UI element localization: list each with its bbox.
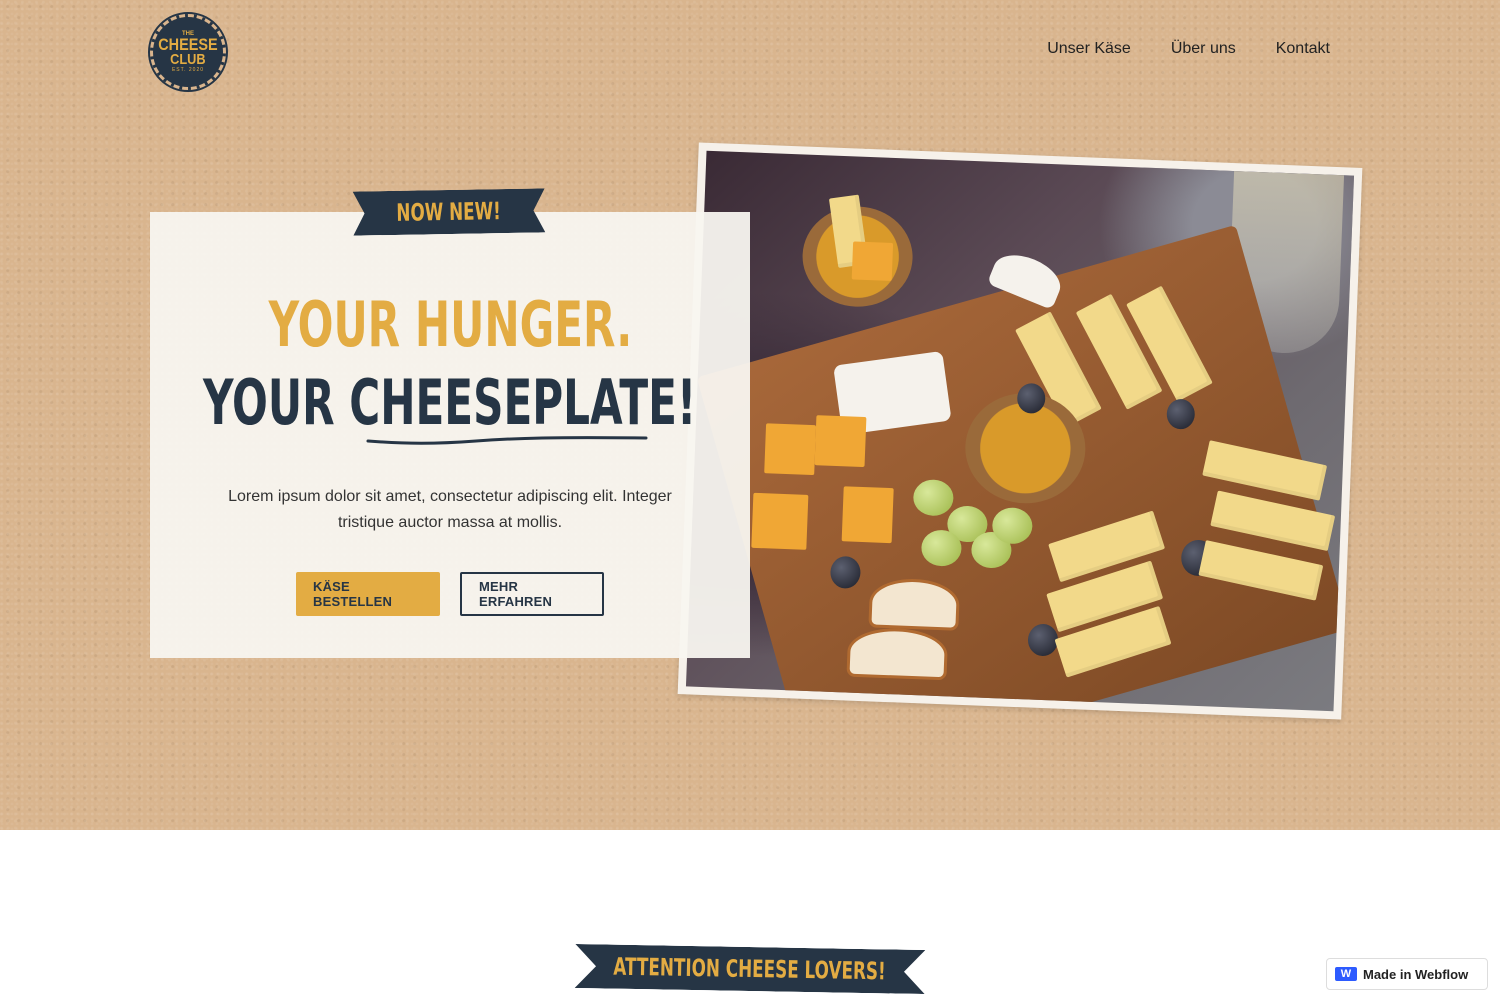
logo-line-2: CLUB <box>170 51 206 68</box>
hero-headline-1: Your hunger. <box>268 288 632 361</box>
cheddar-cube <box>814 415 867 468</box>
cheese-platter-photo <box>685 150 1355 712</box>
nav-link-ueber-uns[interactable]: Über uns <box>1171 40 1236 58</box>
now-new-ribbon: Now new! <box>353 188 546 235</box>
cheddar-cube <box>851 241 894 281</box>
cheddar-cube <box>751 492 809 550</box>
webflow-logo-icon: W <box>1335 967 1357 981</box>
made-in-webflow-badge[interactable]: W Made in Webflow <box>1326 958 1488 990</box>
order-cheese-button[interactable]: KÄSE BESTELLEN <box>296 572 440 616</box>
learn-more-button[interactable]: MEHR ERFAHREN <box>460 572 604 616</box>
main-nav: Unser Käse Über uns Kontakt <box>1047 40 1330 58</box>
cheddar-cube <box>841 486 894 544</box>
hero-lede: Lorem ipsum dolor sit amet, consectetur … <box>228 488 672 531</box>
cheddar-cube <box>764 423 817 476</box>
nav-link-kontakt[interactable]: Kontakt <box>1276 40 1330 58</box>
made-in-webflow-label: Made in Webflow <box>1363 966 1469 982</box>
cheese-club-logo[interactable]: THE CHEESE CLUB EST. 2020 <box>148 12 228 92</box>
hero-section: THE CHEESE CLUB EST. 2020 Unser Käse Übe… <box>0 0 1500 830</box>
nav-link-unser-kaese[interactable]: Unser Käse <box>1047 40 1131 58</box>
hero-buttons: KÄSE BESTELLEN MEHR ERFAHREN <box>296 572 604 616</box>
hero-headline-2: Your cheeseplate! <box>203 366 697 439</box>
attention-ribbon: Attention cheese lovers! <box>575 944 926 994</box>
headline-underline-squiggle <box>366 436 648 445</box>
now-new-ribbon-text: Now new! <box>396 197 502 227</box>
attention-ribbon-text: Attention cheese lovers! <box>613 952 887 986</box>
cheese-platter-photo-frame <box>677 142 1363 720</box>
